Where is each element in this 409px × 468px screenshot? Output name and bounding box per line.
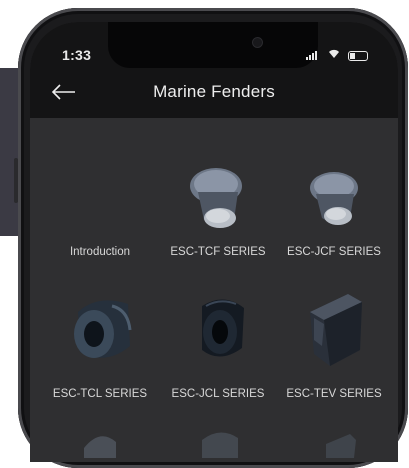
item-label: Introduction bbox=[69, 246, 131, 258]
fender-icon bbox=[84, 436, 116, 458]
cylinder-fender-icon bbox=[202, 299, 244, 357]
grid-item-introduction[interactable]: Introduction bbox=[42, 158, 158, 268]
fender-icon bbox=[202, 432, 238, 458]
grid-item-partial[interactable] bbox=[276, 424, 392, 462]
item-label: ESC-TCL SERIES bbox=[52, 388, 148, 400]
signal-icon bbox=[306, 50, 320, 60]
cone-fender-icon bbox=[190, 168, 242, 228]
fender-icon bbox=[326, 434, 356, 458]
app-bar: Marine Fenders bbox=[30, 68, 398, 118]
page-title: Marine Fenders bbox=[153, 82, 275, 101]
status-bar: 1:33 bbox=[30, 22, 398, 68]
item-label: ESC-TEV SERIES bbox=[286, 388, 382, 400]
grid-item-esc-tev[interactable]: ESC-TEV SERIES bbox=[276, 286, 392, 406]
grid-item-partial[interactable] bbox=[160, 424, 276, 462]
cone-fender-icon bbox=[310, 172, 358, 225]
status-time: 1:33 bbox=[62, 47, 92, 63]
cylinder-fender-icon bbox=[74, 300, 132, 358]
grid-item-esc-tcf[interactable]: ESC-TCF SERIES bbox=[160, 158, 276, 268]
battery-icon bbox=[348, 51, 368, 61]
item-label: ESC-JCF SERIES bbox=[287, 246, 381, 258]
wifi-icon bbox=[328, 48, 340, 60]
item-label: ESC-JCL SERIES bbox=[171, 388, 265, 400]
grid-item-esc-jcl[interactable]: ESC-JCL SERIES bbox=[160, 286, 276, 406]
grid-item-esc-tcl[interactable]: ESC-TCL SERIES bbox=[42, 286, 158, 406]
grid-item-partial[interactable] bbox=[42, 424, 158, 462]
item-label: ESC-TCF SERIES bbox=[170, 246, 266, 258]
volume-button bbox=[14, 158, 18, 203]
grid-item-esc-jcf[interactable]: ESC-JCF SERIES bbox=[276, 158, 392, 268]
phone-screen: 1:33 Marine Fenders Introduction ESC-TCF… bbox=[30, 22, 398, 462]
front-camera bbox=[252, 37, 263, 48]
notch bbox=[108, 22, 318, 68]
wedge-fender-icon bbox=[310, 294, 362, 366]
status-icons bbox=[298, 48, 368, 62]
